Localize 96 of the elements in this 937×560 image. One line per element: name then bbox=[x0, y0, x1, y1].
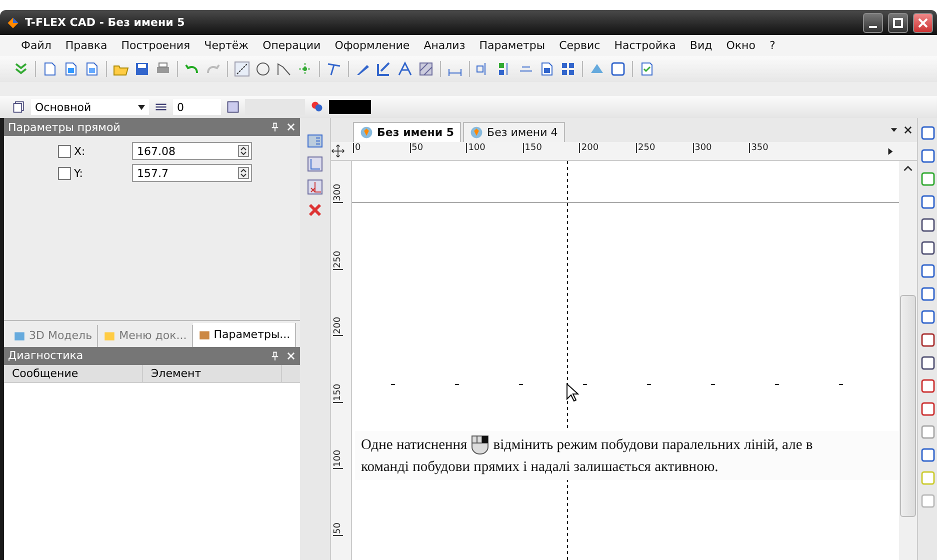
panel-title: Диагностика bbox=[8, 349, 84, 362]
app-logo-icon bbox=[6, 16, 20, 30]
tool-icon[interactable] bbox=[918, 400, 936, 418]
ruler-label: 250 bbox=[636, 143, 656, 153]
close-icon bbox=[903, 125, 913, 135]
menu-item[interactable]: Сервис bbox=[552, 39, 608, 52]
level-field[interactable]: 0 bbox=[173, 99, 221, 115]
tool-icon[interactable] bbox=[918, 147, 936, 165]
menu-item[interactable]: Окно bbox=[719, 39, 762, 52]
tool-icon[interactable] bbox=[918, 193, 936, 211]
tool-icon[interactable] bbox=[918, 331, 936, 349]
tool-icon[interactable] bbox=[918, 262, 936, 280]
menu-item[interactable]: Анализ bbox=[416, 39, 472, 52]
ruler-label: 150 bbox=[522, 143, 542, 153]
menu-item[interactable]: Вид bbox=[682, 39, 720, 52]
color-swatch[interactable] bbox=[329, 100, 371, 114]
close-button[interactable] bbox=[913, 12, 933, 32]
maximize-icon bbox=[893, 18, 903, 28]
close-icon bbox=[918, 18, 928, 28]
move-icon bbox=[331, 144, 345, 158]
scroll-right-icon bbox=[886, 146, 895, 156]
vertical-scrollbar[interactable] bbox=[899, 161, 917, 560]
ruler-label: 300 bbox=[692, 143, 712, 153]
menu-item[interactable]: Параметры bbox=[472, 39, 552, 52]
tool-icon[interactable] bbox=[918, 216, 936, 234]
parameters-icon[interactable] bbox=[306, 132, 324, 150]
axis-delete-icon[interactable] bbox=[306, 178, 324, 196]
hatch-icon[interactable] bbox=[417, 60, 435, 78]
circle-icon[interactable] bbox=[254, 60, 272, 78]
tool-icon[interactable] bbox=[918, 308, 936, 326]
ruler-label: 50 bbox=[333, 522, 343, 536]
ruler-label: 200 bbox=[579, 143, 599, 153]
style-icon bbox=[226, 100, 240, 114]
layers-icon bbox=[12, 100, 26, 114]
checkbox[interactable] bbox=[58, 144, 71, 158]
ruler-label: 100 bbox=[466, 143, 486, 153]
tool-icon[interactable] bbox=[918, 239, 936, 257]
document-tab[interactable]: Без имени 4 bbox=[463, 122, 565, 142]
menu-item[interactable]: Настройка bbox=[607, 39, 683, 52]
note-text: команді побудови прямих і надалі залишається активною. bbox=[361, 459, 718, 476]
menu-item[interactable]: Чертёж bbox=[197, 39, 256, 52]
cursor-icon[interactable] bbox=[566, 382, 580, 402]
pin-icon bbox=[270, 122, 280, 132]
spinner-icon[interactable] bbox=[238, 167, 249, 179]
ruler-label: 250 bbox=[333, 250, 343, 270]
document-tab[interactable]: Без имени 5 bbox=[353, 122, 462, 142]
tool-icon[interactable] bbox=[918, 170, 936, 188]
tool-icon[interactable] bbox=[918, 124, 936, 142]
color-icon bbox=[310, 100, 324, 114]
ruler-label: 300 bbox=[333, 184, 343, 203]
layer-dropdown[interactable]: Основной bbox=[31, 99, 149, 115]
grid-icon[interactable] bbox=[559, 60, 577, 78]
field-label: X: bbox=[74, 144, 86, 158]
spinner-icon[interactable] bbox=[238, 145, 249, 157]
document-icon bbox=[470, 126, 484, 139]
note-text: Одне натиснення bbox=[361, 436, 468, 454]
maximize-button[interactable] bbox=[888, 12, 908, 32]
column-header[interactable]: Элемент bbox=[143, 364, 282, 382]
menu-item[interactable]: Правка bbox=[58, 39, 114, 52]
number-field[interactable]: 167.08 bbox=[132, 142, 252, 160]
note-text: відмінить режим побудови паралельних ліній, але в bbox=[493, 436, 813, 454]
window-title: T-FLEX CAD - Без имени 5 bbox=[25, 16, 186, 29]
scrollbar-thumb[interactable] bbox=[900, 295, 916, 517]
pin-icon bbox=[270, 350, 280, 360]
field-label: Y: bbox=[74, 166, 84, 180]
menu-item[interactable]: Оформление bbox=[328, 39, 417, 52]
minimize-button[interactable] bbox=[863, 12, 883, 32]
checkbox[interactable] bbox=[58, 166, 71, 180]
tool-icon[interactable] bbox=[918, 354, 936, 372]
ruler-label: 350 bbox=[749, 143, 768, 153]
text-icon[interactable] bbox=[396, 60, 414, 78]
save-icon[interactable] bbox=[133, 60, 151, 78]
panel-title: Параметры прямой bbox=[8, 120, 120, 134]
tool-icon[interactable] bbox=[918, 285, 936, 303]
document-icon bbox=[360, 126, 373, 139]
ruler-label: 150 bbox=[333, 383, 343, 402]
close-icon bbox=[286, 122, 296, 132]
menu-item[interactable]: Операции bbox=[256, 39, 328, 52]
column-header[interactable]: Сообщение bbox=[4, 364, 143, 382]
mouse-icon bbox=[471, 435, 490, 455]
axis-icon[interactable] bbox=[306, 155, 324, 173]
ruler-label: 50 bbox=[410, 143, 424, 153]
panel-tab[interactable]: Параметры... bbox=[192, 322, 296, 346]
tool-icon[interactable] bbox=[918, 446, 936, 464]
menu-item[interactable]: Построения bbox=[114, 39, 198, 52]
ruler-label: 200 bbox=[333, 316, 343, 336]
menu-item[interactable]: Файл bbox=[14, 39, 58, 52]
number-field[interactable]: 157.7 bbox=[132, 164, 252, 182]
minimize-icon bbox=[869, 26, 877, 28]
ruler-label: 0 bbox=[353, 143, 361, 153]
menu-item[interactable]: ? bbox=[762, 39, 782, 52]
caret-icon bbox=[138, 104, 145, 110]
ruler-label: 100 bbox=[333, 450, 343, 469]
cancel-icon[interactable] bbox=[306, 201, 324, 219]
tool-icon[interactable] bbox=[918, 377, 936, 395]
close-icon bbox=[286, 350, 296, 360]
